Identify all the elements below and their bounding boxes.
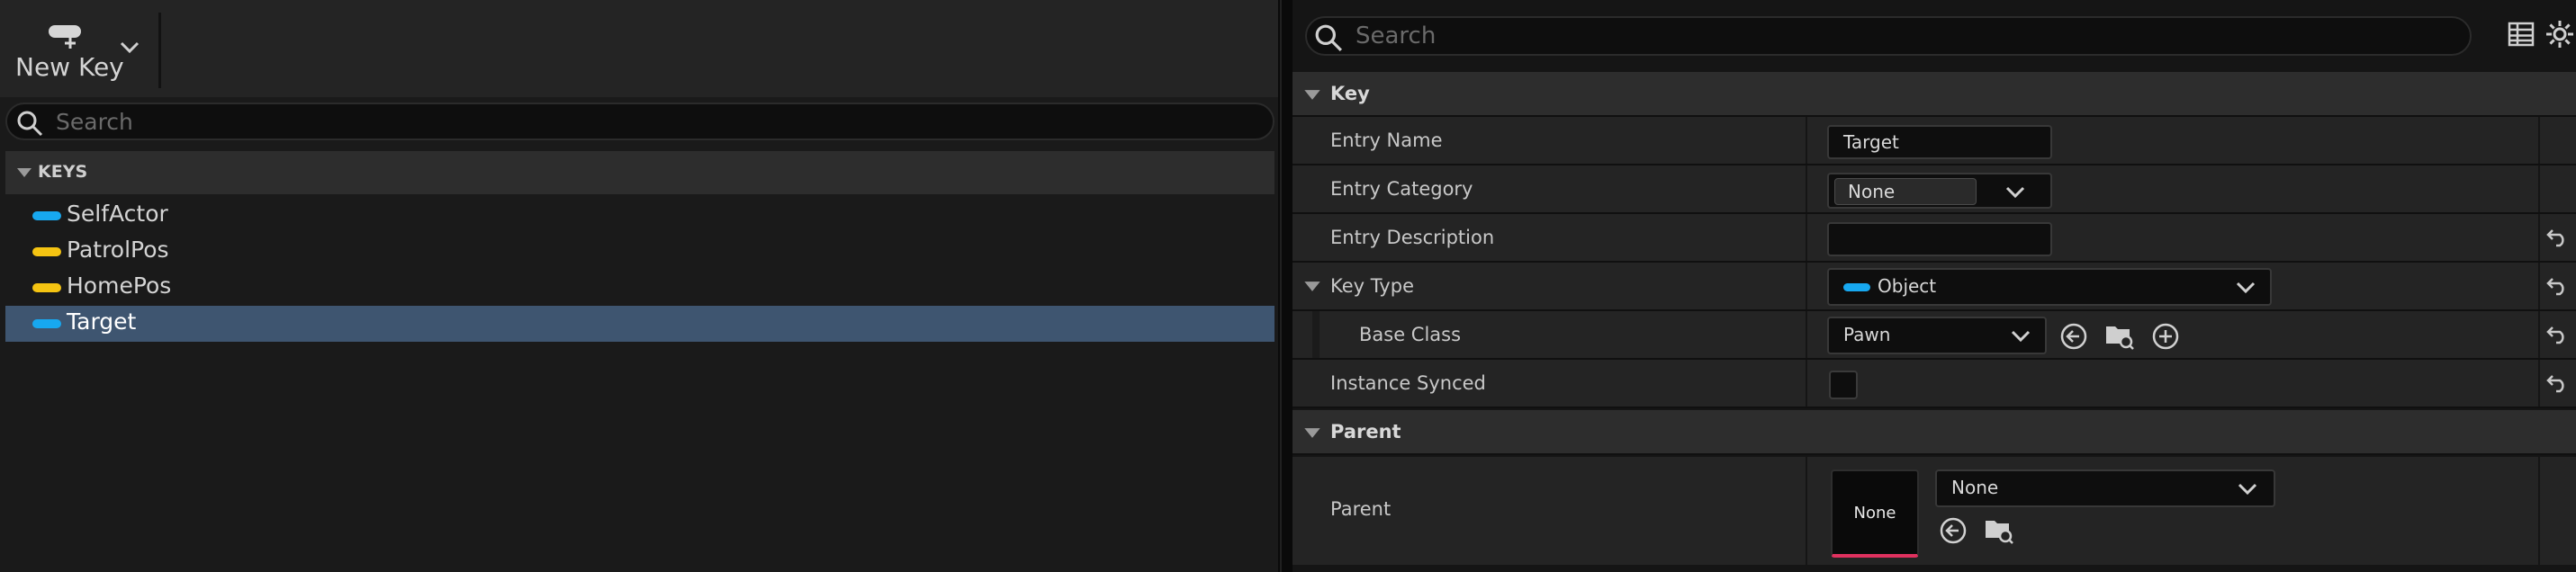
column-divider xyxy=(1806,263,1807,309)
key-item-label: Target xyxy=(67,308,137,335)
toolbar: New Key xyxy=(0,0,1278,97)
new-key-button[interactable]: New Key xyxy=(7,18,142,86)
parent-asset-dropdown[interactable]: None xyxy=(1935,469,2275,507)
entry-name-label: Entry Name xyxy=(1330,130,1443,151)
use-selected-icon[interactable] xyxy=(2059,322,2088,351)
column-divider xyxy=(1806,311,1807,358)
add-key-icon xyxy=(47,23,83,50)
column-divider xyxy=(1806,214,1807,261)
entry-category-combo[interactable]: None xyxy=(1827,173,2052,209)
add-icon[interactable] xyxy=(2151,322,2180,351)
entry-category-input[interactable]: None xyxy=(1834,178,1977,205)
column-divider xyxy=(2538,214,2540,261)
column-divider xyxy=(1806,360,1807,407)
reset-to-default-icon[interactable] xyxy=(2545,276,2569,296)
indent-guide xyxy=(1312,311,1320,358)
base-class-value: Pawn xyxy=(1843,324,1891,345)
splitter-grip xyxy=(1280,0,1282,572)
keys-list: SelfActor PatrolPos HomePos Target xyxy=(5,198,1274,342)
keys-search-input[interactable] xyxy=(56,106,1253,137)
chevron-down-icon[interactable] xyxy=(2238,483,2257,496)
use-selected-icon[interactable] xyxy=(1939,516,1968,545)
instance-synced-label: Instance Synced xyxy=(1330,372,1486,394)
object-key-type-icon xyxy=(32,319,61,328)
entry-category-row: Entry Category None xyxy=(1293,165,2576,214)
collapse-triangle-icon[interactable] xyxy=(1303,281,1321,292)
browse-folder-icon[interactable] xyxy=(2104,320,2135,351)
search-icon xyxy=(1314,23,1343,52)
key-type-dropdown[interactable]: Object xyxy=(1827,268,2272,306)
browse-folder-icon[interactable] xyxy=(1984,514,2014,545)
keys-category-header[interactable]: KEYS xyxy=(5,151,1274,194)
key-item-homepos[interactable]: HomePos xyxy=(5,270,1274,306)
key-type-row: Key Type Object xyxy=(1293,263,2576,311)
entry-description-label: Entry Description xyxy=(1330,227,1495,248)
column-divider xyxy=(1806,117,1807,164)
instance-synced-row: Instance Synced xyxy=(1293,360,2576,408)
new-key-label: New Key xyxy=(15,52,124,82)
column-divider xyxy=(2538,360,2540,407)
vector-key-type-icon xyxy=(32,247,61,256)
parent-category-label: Parent xyxy=(1330,421,1401,442)
vector-key-type-icon xyxy=(32,283,61,292)
parent-category-header[interactable]: Parent xyxy=(1293,410,2576,455)
entry-description-field[interactable] xyxy=(1827,222,2052,256)
chevron-down-icon[interactable] xyxy=(120,41,140,54)
column-divider xyxy=(2538,263,2540,309)
table-view-icon[interactable] xyxy=(2508,22,2535,47)
collapse-triangle-icon[interactable] xyxy=(1303,89,1321,101)
collapse-triangle-icon[interactable] xyxy=(1303,427,1321,439)
column-divider xyxy=(1806,165,1807,212)
object-type-icon xyxy=(1843,283,1870,291)
key-item-target[interactable]: Target xyxy=(5,306,1274,342)
column-divider xyxy=(2538,117,2540,164)
chevron-down-icon[interactable] xyxy=(2005,186,2025,199)
entry-name-field[interactable]: Target xyxy=(1827,125,2052,159)
parent-value: None xyxy=(1951,477,1999,498)
details-panel: Key Entry Name Target Entry Category Non… xyxy=(1293,0,2576,572)
keys-search-box[interactable] xyxy=(5,103,1274,140)
key-item-selfactor[interactable]: SelfActor xyxy=(5,198,1274,234)
key-item-label: SelfActor xyxy=(67,201,168,227)
toolbar-divider xyxy=(158,13,161,88)
key-category-header[interactable]: Key xyxy=(1293,72,2576,117)
column-divider xyxy=(1806,457,1807,565)
key-item-patrolpos[interactable]: PatrolPos xyxy=(5,234,1274,270)
entry-category-label: Entry Category xyxy=(1330,178,1473,200)
parent-label: Parent xyxy=(1330,498,1392,520)
instance-synced-checkbox[interactable] xyxy=(1829,371,1858,399)
key-item-label: PatrolPos xyxy=(67,237,169,263)
base-class-row: Base Class Pawn xyxy=(1293,311,2576,360)
keys-category-label: KEYS xyxy=(38,162,88,182)
parent-row: Parent None xyxy=(1293,457,2576,565)
object-key-type-icon xyxy=(32,211,61,220)
search-icon xyxy=(16,110,43,137)
reset-to-default-icon[interactable] xyxy=(2545,373,2569,393)
blackboard-keys-panel: New Key KEYS SelfActor PatrolPos HomePo xyxy=(0,0,1278,572)
reset-to-default-icon[interactable] xyxy=(2545,228,2569,247)
gear-icon[interactable] xyxy=(2544,18,2576,50)
entry-name-row: Entry Name Target xyxy=(1293,117,2576,165)
key-type-label: Key Type xyxy=(1330,275,1414,297)
key-type-value: Object xyxy=(1878,275,1937,297)
chevron-down-icon[interactable] xyxy=(2011,330,2031,343)
base-class-label: Base Class xyxy=(1359,324,1462,345)
chevron-down-icon[interactable] xyxy=(2236,282,2256,294)
entry-category-value: None xyxy=(1848,181,1896,202)
collapse-triangle-icon[interactable] xyxy=(16,167,32,178)
key-category-label: Key xyxy=(1330,83,1370,104)
details-search-box[interactable] xyxy=(1305,16,2472,56)
column-divider xyxy=(2538,165,2540,212)
base-class-dropdown[interactable]: Pawn xyxy=(1827,317,2047,354)
entry-description-row: Entry Description xyxy=(1293,214,2576,263)
column-divider xyxy=(2538,457,2540,565)
entry-name-value: Target xyxy=(1843,131,1899,153)
details-search-input[interactable] xyxy=(1356,20,2454,52)
thumbnail-label: None xyxy=(1853,504,1896,523)
reset-to-default-icon[interactable] xyxy=(2545,325,2569,344)
key-item-label: HomePos xyxy=(67,273,172,299)
parent-asset-thumbnail[interactable]: None xyxy=(1831,469,1919,558)
column-divider xyxy=(2538,311,2540,358)
